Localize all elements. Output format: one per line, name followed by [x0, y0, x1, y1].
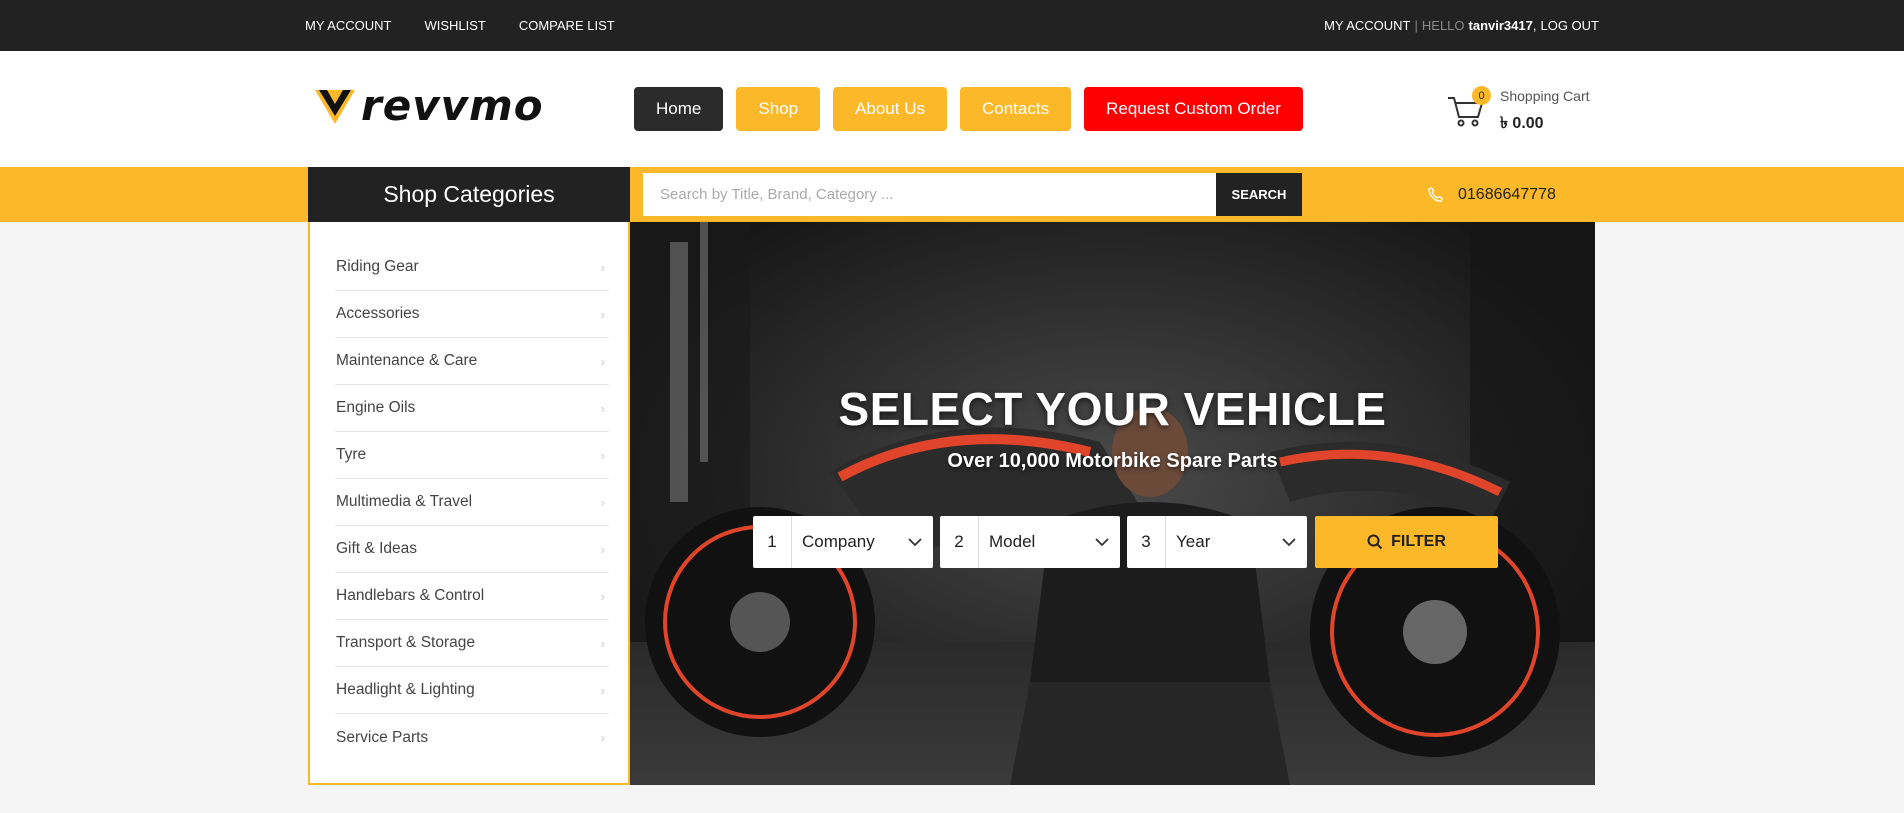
chevron-right-icon: ›: [600, 588, 605, 604]
category-search-bar: Shop Categories SEARCH 01686647778: [0, 167, 1904, 222]
logout-link[interactable]: LOG OUT: [1540, 18, 1599, 33]
category-label: Maintenance & Care: [336, 352, 478, 369]
category-label: Gift & Ideas: [336, 540, 417, 557]
category-label: Accessories: [336, 305, 420, 322]
search-button[interactable]: SEARCH: [1216, 173, 1302, 216]
phone-icon: [1428, 186, 1443, 202]
chevron-right-icon: ›: [600, 306, 605, 322]
main-nav: Home Shop About Us Contacts Request Cust…: [634, 87, 1303, 131]
sidebar-item-riding-gear[interactable]: Riding Gear ›: [335, 244, 609, 291]
phone-contact[interactable]: 01686647778: [1426, 167, 1556, 222]
chevron-down-icon: [1084, 537, 1120, 547]
compare-list-link[interactable]: COMPARE LIST: [519, 18, 615, 33]
search-input[interactable]: [643, 173, 1216, 216]
hero-subtitle: Over 10,000 Motorbike Spare Parts: [947, 450, 1278, 472]
header: revvmo Home Shop About Us Contacts Reque…: [0, 51, 1904, 167]
select-label: Company: [802, 532, 875, 551]
chevron-down-icon: [1271, 537, 1307, 547]
category-sidebar: Riding Gear › Accessories › Maintenance & …: [308, 222, 630, 785]
chevron-right-icon: ›: [600, 682, 605, 698]
shopping-cart[interactable]: 0 Shopping Cart ৳ 0.00: [1446, 86, 1596, 136]
select-label: Year: [1176, 532, 1211, 551]
top-links: MY ACCOUNT WISHLIST COMPARE LIST: [305, 0, 615, 51]
nav-home-button[interactable]: Home: [634, 87, 724, 131]
chevron-right-icon: ›: [600, 447, 605, 463]
account-area: MY ACCOUNT | HELLO tanvir3417, LOG OUT: [1324, 0, 1599, 51]
category-label: Handlebars & Control: [336, 587, 485, 604]
chevron-right-icon: ›: [600, 730, 605, 745]
model-select[interactable]: 2 Model: [940, 516, 1120, 568]
hello-text: HELLO: [1421, 18, 1465, 33]
sidebar-item-transport-storage[interactable]: Transport & Storage ›: [335, 620, 609, 667]
category-label: Service Parts: [336, 728, 429, 746]
step-number: 2: [940, 516, 979, 568]
hero-background-image: [630, 222, 1595, 785]
chevron-right-icon: ›: [600, 541, 605, 557]
phone-number: 01686647778: [1458, 185, 1556, 203]
step-number: 1: [753, 516, 792, 568]
category-label: Tyre: [336, 446, 367, 463]
chevron-right-icon: ›: [600, 400, 605, 416]
comma: ,: [1532, 18, 1537, 33]
search-box: SEARCH: [643, 173, 1302, 216]
nav-about-button[interactable]: About Us: [833, 87, 947, 131]
sidebar-item-handlebars-control[interactable]: Handlebars & Control ›: [335, 573, 609, 620]
sidebar-item-multimedia-travel[interactable]: Multimedia & Travel ›: [335, 479, 609, 526]
chevron-right-icon: ›: [600, 353, 605, 369]
sidebar-item-headlight-lighting[interactable]: Headlight & Lighting ›: [335, 667, 609, 714]
request-custom-order-button[interactable]: Request Custom Order: [1084, 87, 1303, 131]
cart-total: ৳ 0.00: [1500, 115, 1544, 132]
year-select[interactable]: 3 Year: [1127, 516, 1307, 568]
step-number: 3: [1127, 516, 1166, 568]
chevron-right-icon: ›: [600, 635, 605, 651]
filter-button[interactable]: FILTER: [1315, 516, 1498, 568]
search-icon: [1367, 534, 1383, 550]
top-bar: MY ACCOUNT WISHLIST COMPARE LIST MY ACCO…: [0, 0, 1904, 51]
category-label: Multimedia & Travel: [336, 493, 473, 510]
logo[interactable]: revvmo: [313, 81, 544, 130]
username: tanvir3417: [1468, 18, 1533, 33]
sidebar-item-tyre[interactable]: Tyre ›: [335, 432, 609, 479]
my-account-link[interactable]: MY ACCOUNT: [305, 18, 391, 33]
account-link[interactable]: MY ACCOUNT: [1324, 18, 1410, 33]
brand-name: revvmo: [361, 81, 544, 130]
sidebar-item-service-parts[interactable]: Service Parts ›: [335, 714, 609, 761]
sidebar-item-accessories[interactable]: Accessories ›: [335, 291, 609, 338]
page-bottom-strip: [0, 785, 1904, 813]
chevron-down-icon: [897, 537, 933, 547]
cart-count-badge: 0: [1472, 86, 1491, 105]
shop-categories-title: Shop Categories: [308, 167, 630, 222]
filter-label: FILTER: [1391, 533, 1446, 550]
company-select[interactable]: 1 Company: [753, 516, 933, 568]
sidebar-item-maintenance-care[interactable]: Maintenance & Care ›: [335, 338, 609, 385]
hero-banner: SELECT YOUR VEHICLE Over 10,000 Motorbik…: [630, 222, 1595, 785]
sidebar-item-engine-oils[interactable]: Engine Oils ›: [335, 385, 609, 432]
cart-label: Shopping Cart: [1500, 88, 1590, 104]
wishlist-link[interactable]: WISHLIST: [424, 18, 485, 33]
sidebar-item-gift-ideas[interactable]: Gift & Ideas ›: [335, 526, 609, 573]
category-label: Riding Gear: [336, 258, 419, 275]
chevron-right-icon: ›: [600, 494, 605, 510]
category-label: Transport & Storage: [336, 634, 475, 651]
category-label: Headlight & Lighting: [336, 681, 475, 698]
chevron-right-icon: ›: [600, 259, 605, 275]
hero-title: SELECT YOUR VEHICLE: [838, 383, 1387, 435]
nav-shop-button[interactable]: Shop: [736, 87, 821, 131]
category-label: Engine Oils: [336, 399, 416, 416]
nav-contacts-button[interactable]: Contacts: [960, 87, 1072, 131]
vehicle-filter: 1 Company 2 Model 3 Year FILTER: [753, 516, 1498, 568]
select-label: Model: [989, 532, 1036, 551]
separator: |: [1414, 18, 1418, 33]
logo-mark-icon: [315, 89, 355, 124]
